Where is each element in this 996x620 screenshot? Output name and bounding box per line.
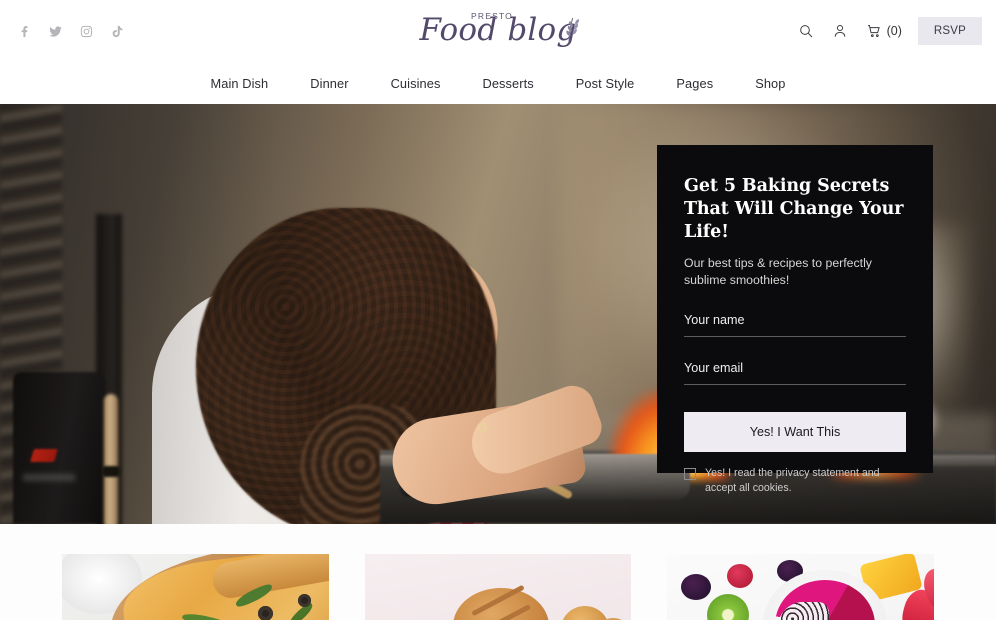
name-input[interactable] bbox=[684, 313, 906, 327]
name-field-wrap bbox=[684, 311, 906, 337]
bread-image bbox=[364, 554, 632, 620]
header-top-bar: PRESTO Food blog (0) RSVP bbox=[0, 0, 996, 62]
card-bread[interactable] bbox=[364, 554, 632, 620]
fruit-image bbox=[667, 554, 935, 620]
user-icon[interactable] bbox=[831, 22, 849, 40]
main-navigation: Main Dish Dinner Cuisines Desserts Post … bbox=[0, 62, 996, 104]
nav-item-desserts[interactable]: Desserts bbox=[461, 76, 554, 91]
pizza-image bbox=[62, 554, 329, 620]
newsletter-title: Get 5 Baking Secrets That Will Change Yo… bbox=[684, 176, 904, 242]
hero-section: Get 5 Baking Secrets That Will Change Yo… bbox=[0, 104, 996, 524]
nav-item-cuisines[interactable]: Cuisines bbox=[370, 76, 462, 91]
card-fruit[interactable] bbox=[667, 554, 935, 620]
social-links bbox=[0, 23, 125, 39]
cart-icon bbox=[865, 22, 883, 40]
tiktok-icon[interactable] bbox=[109, 23, 125, 39]
brand-logo[interactable]: PRESTO Food blog bbox=[408, 4, 588, 56]
newsletter-card: Get 5 Baking Secrets That Will Change Yo… bbox=[657, 145, 933, 494]
rsvp-button[interactable]: RSVP bbox=[917, 17, 982, 45]
consent-checkbox[interactable] bbox=[684, 468, 696, 480]
cart-button[interactable]: (0) bbox=[865, 22, 902, 40]
wheat-icon bbox=[566, 17, 580, 45]
nav-item-main-dish[interactable]: Main Dish bbox=[189, 76, 289, 91]
nav-item-dinner[interactable]: Dinner bbox=[289, 76, 369, 91]
card-pizza[interactable] bbox=[62, 554, 329, 620]
email-field-wrap bbox=[684, 359, 906, 385]
consent-row: Yes! I read the privacy statement and ac… bbox=[684, 466, 906, 495]
consent-label: Yes! I read the privacy statement and ac… bbox=[705, 467, 880, 494]
newsletter-subtitle: Our best tips & recipes to perfectly sub… bbox=[684, 256, 872, 287]
cart-count: (0) bbox=[886, 24, 902, 38]
nav-item-post-style[interactable]: Post Style bbox=[555, 76, 656, 91]
nav-item-pages[interactable]: Pages bbox=[655, 76, 734, 91]
facebook-icon[interactable] bbox=[16, 23, 32, 39]
instagram-icon[interactable] bbox=[78, 23, 94, 39]
twitter-icon[interactable] bbox=[47, 23, 63, 39]
search-icon[interactable] bbox=[797, 22, 815, 40]
site-header: PRESTO Food blog (0) RSVP Main Dish Dinn… bbox=[0, 0, 996, 104]
brand-kicker: PRESTO bbox=[471, 11, 513, 21]
header-actions: (0) RSVP bbox=[797, 17, 982, 45]
newsletter-submit-button[interactable]: Yes! I Want This bbox=[684, 412, 906, 452]
featured-cards bbox=[0, 524, 996, 620]
nav-item-shop[interactable]: Shop bbox=[734, 76, 806, 91]
email-input[interactable] bbox=[684, 361, 906, 375]
